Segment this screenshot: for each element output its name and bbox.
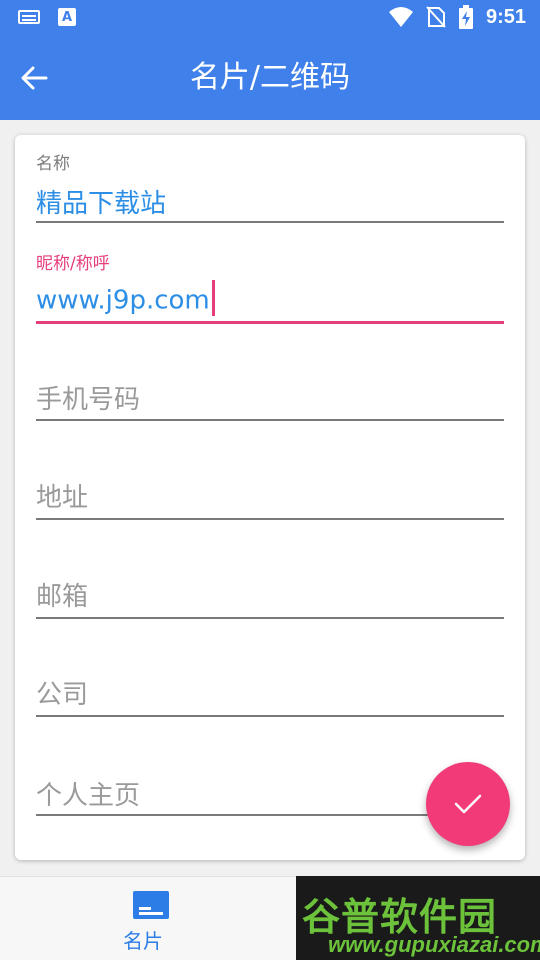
status-bar: A 9:51 [0, 0, 540, 36]
company-underline [36, 715, 504, 717]
nav-item-card-label: 名片 [123, 929, 163, 953]
wifi-icon [388, 7, 413, 27]
app-bar: 名片/二维码 [0, 36, 540, 120]
company-input[interactable]: 公司 [36, 674, 88, 711]
address-underline [36, 518, 504, 520]
back-button[interactable] [14, 58, 54, 98]
homepage-input[interactable]: 个人主页 [36, 775, 140, 812]
status-time: 9:51 [485, 5, 526, 28]
page-title: 名片/二维码 [189, 60, 351, 95]
business-card-form: 名称 精品下载站 昵称/称呼 www.j9p.com 手机号码 地址 邮箱 公司… [15, 135, 525, 860]
text-cursor [211, 280, 215, 316]
nickname-field[interactable]: 昵称/称呼 www.j9p.com [36, 225, 504, 325]
address-input[interactable]: 地址 [36, 477, 88, 514]
a-app-icon: A [58, 8, 76, 26]
email-input[interactable]: 邮箱 [36, 576, 88, 613]
email-underline [36, 617, 504, 619]
nickname-input[interactable]: www.j9p.com [36, 280, 215, 319]
no-sim-icon [426, 6, 446, 28]
nickname-label: 昵称/称呼 [36, 254, 110, 274]
name-underline [36, 221, 504, 223]
phone-field[interactable]: 手机号码 [36, 325, 504, 425]
name-input[interactable]: 精品下载站 [36, 183, 166, 220]
email-field[interactable]: 邮箱 [36, 525, 504, 625]
address-field[interactable]: 地址 [36, 425, 504, 525]
phone-input[interactable]: 手机号码 [36, 379, 140, 416]
nickname-underline [36, 321, 504, 324]
phone-underline [36, 419, 504, 421]
card-icon [133, 891, 169, 919]
arrow-back-icon [21, 66, 48, 90]
name-label: 名称 [36, 154, 70, 174]
confirm-button[interactable] [426, 762, 510, 846]
watermark-logo: 谷普软件园 www.gupuxiazai.com [296, 876, 540, 960]
keyboard-icon [18, 10, 40, 24]
battery-charging-icon [458, 5, 473, 29]
nickname-value: www.j9p.com [36, 285, 210, 316]
company-field[interactable]: 公司 [36, 625, 504, 725]
check-icon [454, 794, 482, 814]
name-field[interactable]: 名称 精品下载站 [36, 135, 504, 225]
nav-item-card[interactable]: 名片 [8, 877, 278, 960]
watermark-url: www.gupuxiazai.com [328, 932, 540, 957]
